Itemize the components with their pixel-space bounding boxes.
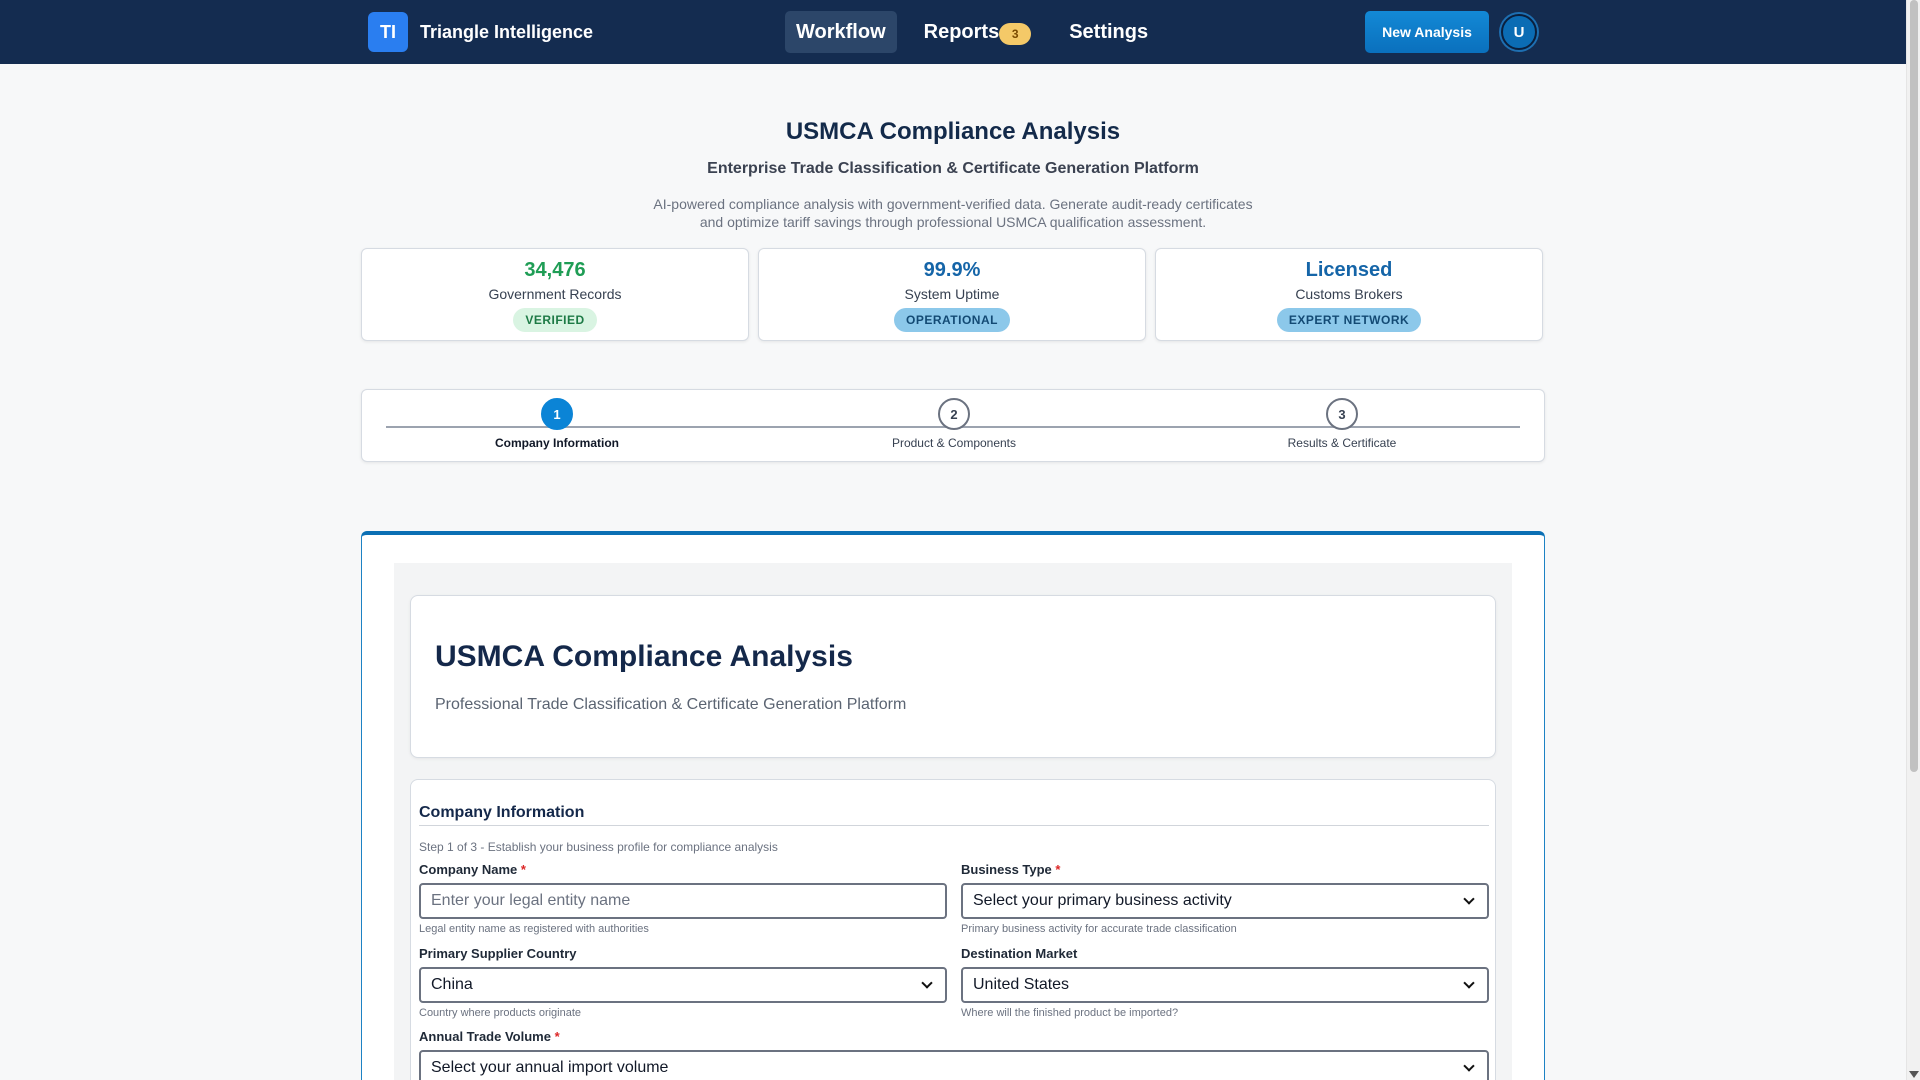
- form-step-text: Step 1 of 3 - Establish your business pr…: [419, 840, 778, 854]
- page-description: AI-powered compliance analysis with gove…: [653, 196, 1253, 230]
- nav-workflow-label: Workflow: [796, 20, 886, 43]
- business-type-label-text: Business Type: [961, 862, 1052, 877]
- stat-value: 34,476: [524, 259, 586, 281]
- step-number: 2: [938, 398, 970, 430]
- business-type-label: Business Type *: [961, 862, 1489, 877]
- trade-volume-select[interactable]: Select your annual import volume: [419, 1050, 1489, 1080]
- panel-title: USMCA Compliance Analysis: [435, 640, 853, 673]
- panel-subtitle: Professional Trade Classification & Cert…: [435, 696, 907, 713]
- status-badge: VERIFIED: [513, 308, 597, 332]
- business-type-select[interactable]: Select your primary business activity: [961, 883, 1489, 919]
- destination-market-help: Where will the finished product be impor…: [961, 1007, 1179, 1019]
- stat-card-brokers: Licensed Customs Brokers EXPERT NETWORK: [1155, 248, 1543, 341]
- stat-value: Licensed: [1305, 259, 1393, 281]
- company-name-field: Company Name * Enter your legal entity n…: [419, 862, 947, 935]
- nav-reports-label: Reports: [923, 20, 1000, 43]
- panel-inner: USMCA Compliance Analysis Professional T…: [394, 563, 1512, 1080]
- stat-value: 99.9%: [923, 259, 981, 281]
- company-name-help: Legal entity name as registered with aut…: [419, 923, 649, 935]
- destination-market-label: Destination Market: [961, 946, 1078, 961]
- status-badge: EXPERT NETWORK: [1276, 308, 1422, 332]
- form-divider: [419, 825, 1489, 826]
- stat-card-records: 34,476 Government Records VERIFIED: [361, 248, 749, 341]
- trade-volume-label-text: Annual Trade Volume: [419, 1029, 551, 1044]
- scroll-down-arrow-icon[interactable]: [1909, 1071, 1919, 1078]
- progress-stepper: 1 Company Information 2 Product & Compon…: [361, 389, 1545, 462]
- user-avatar[interactable]: U: [1501, 14, 1537, 50]
- trade-volume-value: Select your annual import volume: [431, 1059, 669, 1076]
- main-nav: Workflow Reports 3 Settings: [785, 11, 1159, 53]
- supplier-country-value: China: [431, 976, 473, 993]
- chevron-down-icon: [1463, 1060, 1475, 1072]
- company-name-label: Company Name *: [419, 862, 947, 877]
- company-name-input[interactable]: Enter your legal entity name: [419, 883, 947, 919]
- brand-name: Triangle Intelligence: [420, 21, 594, 42]
- business-type-field: Business Type * Select your primary busi…: [961, 862, 1489, 935]
- trade-volume-label: Annual Trade Volume *: [419, 1029, 1489, 1044]
- new-analysis-button[interactable]: New Analysis: [1365, 11, 1489, 53]
- supplier-country-label: Primary Supplier Country: [419, 946, 577, 961]
- step-product-components[interactable]: 2 Product & Components: [804, 398, 1104, 450]
- supplier-country-field: Primary Supplier Country China Country w…: [419, 946, 947, 1019]
- stat-card-uptime: 99.9% System Uptime OPERATIONAL: [758, 248, 1146, 341]
- step-number: 3: [1326, 398, 1358, 430]
- chevron-down-icon: [1463, 893, 1475, 905]
- brand-logo: TI: [368, 12, 408, 52]
- business-type-value: Select your primary business activity: [973, 892, 1232, 909]
- nav-settings[interactable]: Settings: [1058, 11, 1159, 53]
- required-marker: *: [520, 862, 526, 877]
- nav-settings-label: Settings: [1069, 20, 1149, 43]
- destination-market-value: United States: [973, 976, 1070, 993]
- form-title: Company Information: [419, 804, 585, 821]
- brand[interactable]: TI Triangle Intelligence: [368, 12, 593, 52]
- step-results-certificate[interactable]: 3 Results & Certificate: [1192, 398, 1492, 450]
- chevron-down-icon: [1463, 977, 1475, 989]
- scrollbar-thumb[interactable]: [1910, 0, 1918, 772]
- step-label: Company Information: [494, 436, 619, 450]
- status-badge: OPERATIONAL: [894, 308, 1010, 332]
- business-type-help: Primary business activity for accurate t…: [961, 923, 1237, 935]
- company-information-form: Company Information Step 1 of 3 - Establ…: [410, 779, 1496, 1080]
- destination-market-field: Destination Market United States Where w…: [961, 946, 1489, 1019]
- step-label: Results & Certificate: [1287, 436, 1397, 450]
- analysis-panel: USMCA Compliance Analysis Professional T…: [361, 531, 1545, 1080]
- top-nav-bar: TI Triangle Intelligence Workflow Report…: [0, 0, 1906, 64]
- stat-label: Government Records: [488, 286, 622, 302]
- required-marker: *: [1055, 862, 1061, 877]
- required-marker: *: [554, 1029, 560, 1044]
- panel-header-card: USMCA Compliance Analysis Professional T…: [410, 595, 1496, 758]
- step-label: Product & Components: [891, 436, 1017, 450]
- stats-row: 34,476 Government Records VERIFIED 99.9%…: [361, 248, 1543, 341]
- supplier-country-select[interactable]: China: [419, 967, 947, 1003]
- nav-workflow[interactable]: Workflow: [785, 11, 897, 53]
- stat-label: System Uptime: [904, 286, 1000, 302]
- step-company-information[interactable]: 1 Company Information: [407, 398, 707, 450]
- supplier-country-help: Country where products originate: [419, 1007, 582, 1019]
- step-number: 1: [541, 398, 573, 430]
- page-title: USMCA Compliance Analysis: [785, 118, 1121, 145]
- chevron-down-icon: [921, 977, 933, 989]
- page-subtitle: Enterprise Trade Classification & Certif…: [707, 160, 1199, 177]
- company-name-label-text: Company Name: [419, 862, 518, 877]
- page-scrollbar[interactable]: [1906, 0, 1920, 1080]
- nav-reports[interactable]: Reports 3: [913, 11, 1043, 53]
- stat-label: Customs Brokers: [1295, 286, 1403, 302]
- reports-count-badge: 3: [999, 23, 1032, 45]
- destination-market-select[interactable]: United States: [961, 967, 1489, 1003]
- trade-volume-field: Annual Trade Volume * Select your annual…: [419, 1029, 1489, 1080]
